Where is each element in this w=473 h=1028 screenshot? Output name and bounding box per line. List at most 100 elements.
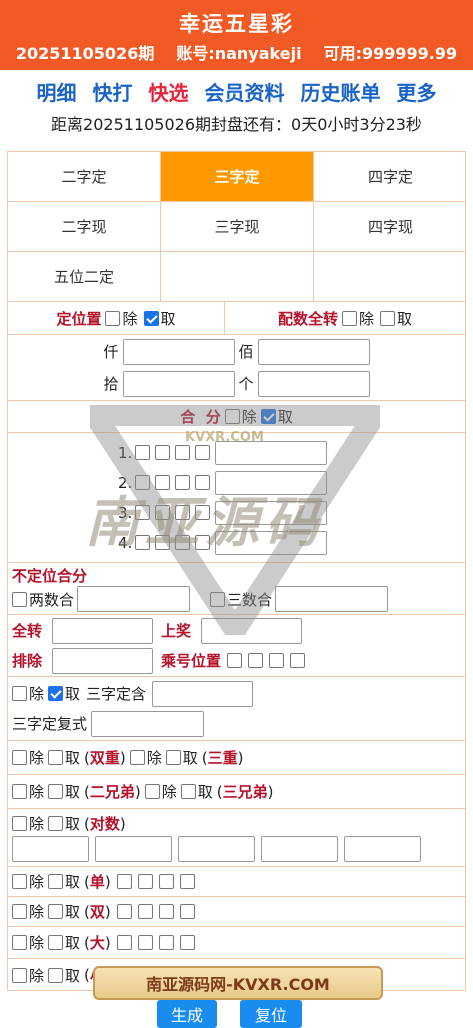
double-exclude-label: 除 (29, 749, 45, 767)
big-pos-checkbox[interactable] (116, 935, 132, 950)
triple-label: 三重 (207, 749, 238, 767)
triple-take-checkbox[interactable] (165, 750, 181, 765)
pair-input[interactable] (95, 836, 172, 862)
three-bro-exclude-checkbox[interactable] (144, 784, 160, 799)
even-pos-checkbox[interactable] (137, 904, 153, 919)
odd-pos-checkbox[interactable] (137, 874, 153, 889)
tab-three-fixed[interactable]: 三字定 (161, 152, 314, 202)
big-pos-checkbox[interactable] (158, 935, 174, 950)
odd-take-checkbox[interactable] (48, 874, 64, 889)
big-pos-checkbox[interactable] (179, 935, 195, 950)
odd-take-label: 取 (65, 873, 81, 891)
mult-pos-checkbox[interactable] (269, 653, 285, 668)
units-input[interactable] (257, 370, 370, 397)
nav-quick-bet[interactable]: 快打 (93, 77, 133, 106)
nav-history[interactable]: 历史账单 (301, 77, 381, 106)
small-exclude-checkbox[interactable] (12, 967, 27, 983)
double-exclude-checkbox[interactable] (12, 750, 27, 765)
odd-exclude-checkbox[interactable] (12, 874, 27, 889)
mult-pos-checkbox[interactable] (248, 653, 264, 668)
watermark-sub: KVXR.COM (185, 430, 264, 445)
even-row: 除 取 (双) (8, 897, 465, 927)
hundreds-input[interactable] (257, 338, 370, 365)
pairs-exclude-checkbox[interactable] (12, 816, 27, 831)
two-brothers-label: 二兄弟 (89, 783, 135, 801)
watermark-banner: 南亚源码网-KVXR.COM (93, 966, 383, 1000)
odd-pos-checkbox[interactable] (158, 874, 174, 889)
tab-empty-2 (314, 252, 465, 302)
small-take-checkbox[interactable] (48, 967, 64, 983)
pairs-take-checkbox[interactable] (48, 816, 64, 831)
pair-input[interactable] (12, 836, 89, 862)
double-take-checkbox[interactable] (48, 750, 64, 765)
units-label: 个 (238, 375, 254, 393)
pair-input[interactable] (344, 836, 421, 862)
three-contain-input[interactable] (152, 680, 254, 707)
two-bro-take-checkbox[interactable] (48, 784, 64, 799)
nav-detail[interactable]: 明细 (37, 77, 77, 106)
even-take-checkbox[interactable] (48, 904, 64, 919)
mult-pos-checkbox[interactable] (290, 653, 306, 668)
even-pos-checkbox[interactable] (179, 904, 195, 919)
big-exclude-label: 除 (29, 934, 45, 952)
pairs-row: 除 取 (对数) (8, 809, 465, 867)
hundreds-label: 佰 (238, 343, 254, 361)
big-take-checkbox[interactable] (48, 935, 64, 950)
pairs-take-label: 取 (65, 815, 81, 833)
odd-pos-checkbox[interactable] (179, 874, 195, 889)
pair-take-checkbox[interactable] (380, 310, 395, 326)
pair-input[interactable] (178, 836, 255, 862)
tab-empty (161, 252, 314, 302)
brothers-row: 除 取 (二兄弟) 除 取 (三兄弟) (8, 775, 465, 809)
three-contain-label: 三字定含 (86, 685, 147, 703)
big-pos-checkbox[interactable] (137, 935, 153, 950)
period-number: 20251105026期 (15, 44, 155, 63)
odd-pos-checkbox[interactable] (116, 874, 132, 889)
pair-exclude-checkbox[interactable] (341, 310, 357, 326)
tab-four-fixed[interactable]: 四字定 (314, 152, 465, 202)
double-take-label: 取 (65, 749, 81, 767)
tab-three-show[interactable]: 三字现 (161, 202, 314, 252)
tab-two-fixed[interactable]: 二字定 (8, 152, 161, 202)
nav-more[interactable]: 更多 (397, 77, 437, 106)
two-bro-take-label: 取 (65, 783, 81, 801)
tab-five-two-fixed[interactable]: 五位二定 (8, 252, 161, 302)
triple-exclude-checkbox[interactable] (129, 750, 145, 765)
three-compound-input[interactable] (91, 710, 205, 737)
nav-quick-select[interactable]: 快选 (149, 77, 189, 106)
unfixed-label: 不定位合分 (12, 567, 88, 585)
main-nav: 明细 快打 快选 会员资料 历史账单 更多 (0, 72, 473, 110)
contain-take-checkbox[interactable] (48, 686, 64, 701)
big-exclude-checkbox[interactable] (12, 935, 27, 950)
even-pos-checkbox[interactable] (116, 904, 132, 919)
position-row: 定位置 除 取 配数全转 除 取 (8, 302, 465, 335)
tens-input[interactable] (122, 370, 235, 397)
three-bro-take-checkbox[interactable] (180, 784, 196, 799)
pair-exclude-label: 除 (358, 309, 374, 328)
contain-exclude-checkbox[interactable] (12, 686, 27, 701)
even-pos-checkbox[interactable] (158, 904, 174, 919)
pair-input[interactable] (261, 836, 338, 862)
big-label: 大 (89, 934, 105, 952)
triple-take-label: 取 (182, 749, 198, 767)
all-turn-label: 全转 (12, 622, 43, 640)
exclude-label: 排除 (12, 652, 43, 670)
even-exclude-checkbox[interactable] (12, 904, 27, 919)
header-info: 20251105026期 账号:nanyakeji 可用:999999.99 (0, 40, 473, 64)
three-contain-row: 除 取 三字定含 三字定复式 (8, 677, 465, 741)
mult-pos-checkbox[interactable] (227, 653, 243, 668)
exclude-input[interactable] (52, 647, 153, 674)
position-take-checkbox[interactable] (143, 310, 159, 326)
position-exclude-checkbox[interactable] (105, 310, 121, 326)
two-bro-exclude-label: 除 (29, 783, 45, 801)
two-sum-label: 两数合 (29, 590, 75, 609)
thousands-input[interactable] (122, 338, 235, 365)
nav-member-info[interactable]: 会员资料 (205, 77, 285, 106)
big-take-label: 取 (65, 934, 81, 952)
tab-four-show[interactable]: 四字现 (314, 202, 465, 252)
double-label: 双重 (89, 749, 120, 767)
two-bro-exclude-checkbox[interactable] (12, 784, 27, 799)
pairs-exclude-label: 除 (29, 815, 45, 833)
tab-two-show[interactable]: 二字现 (8, 202, 161, 252)
two-sum-checkbox[interactable] (12, 591, 27, 607)
